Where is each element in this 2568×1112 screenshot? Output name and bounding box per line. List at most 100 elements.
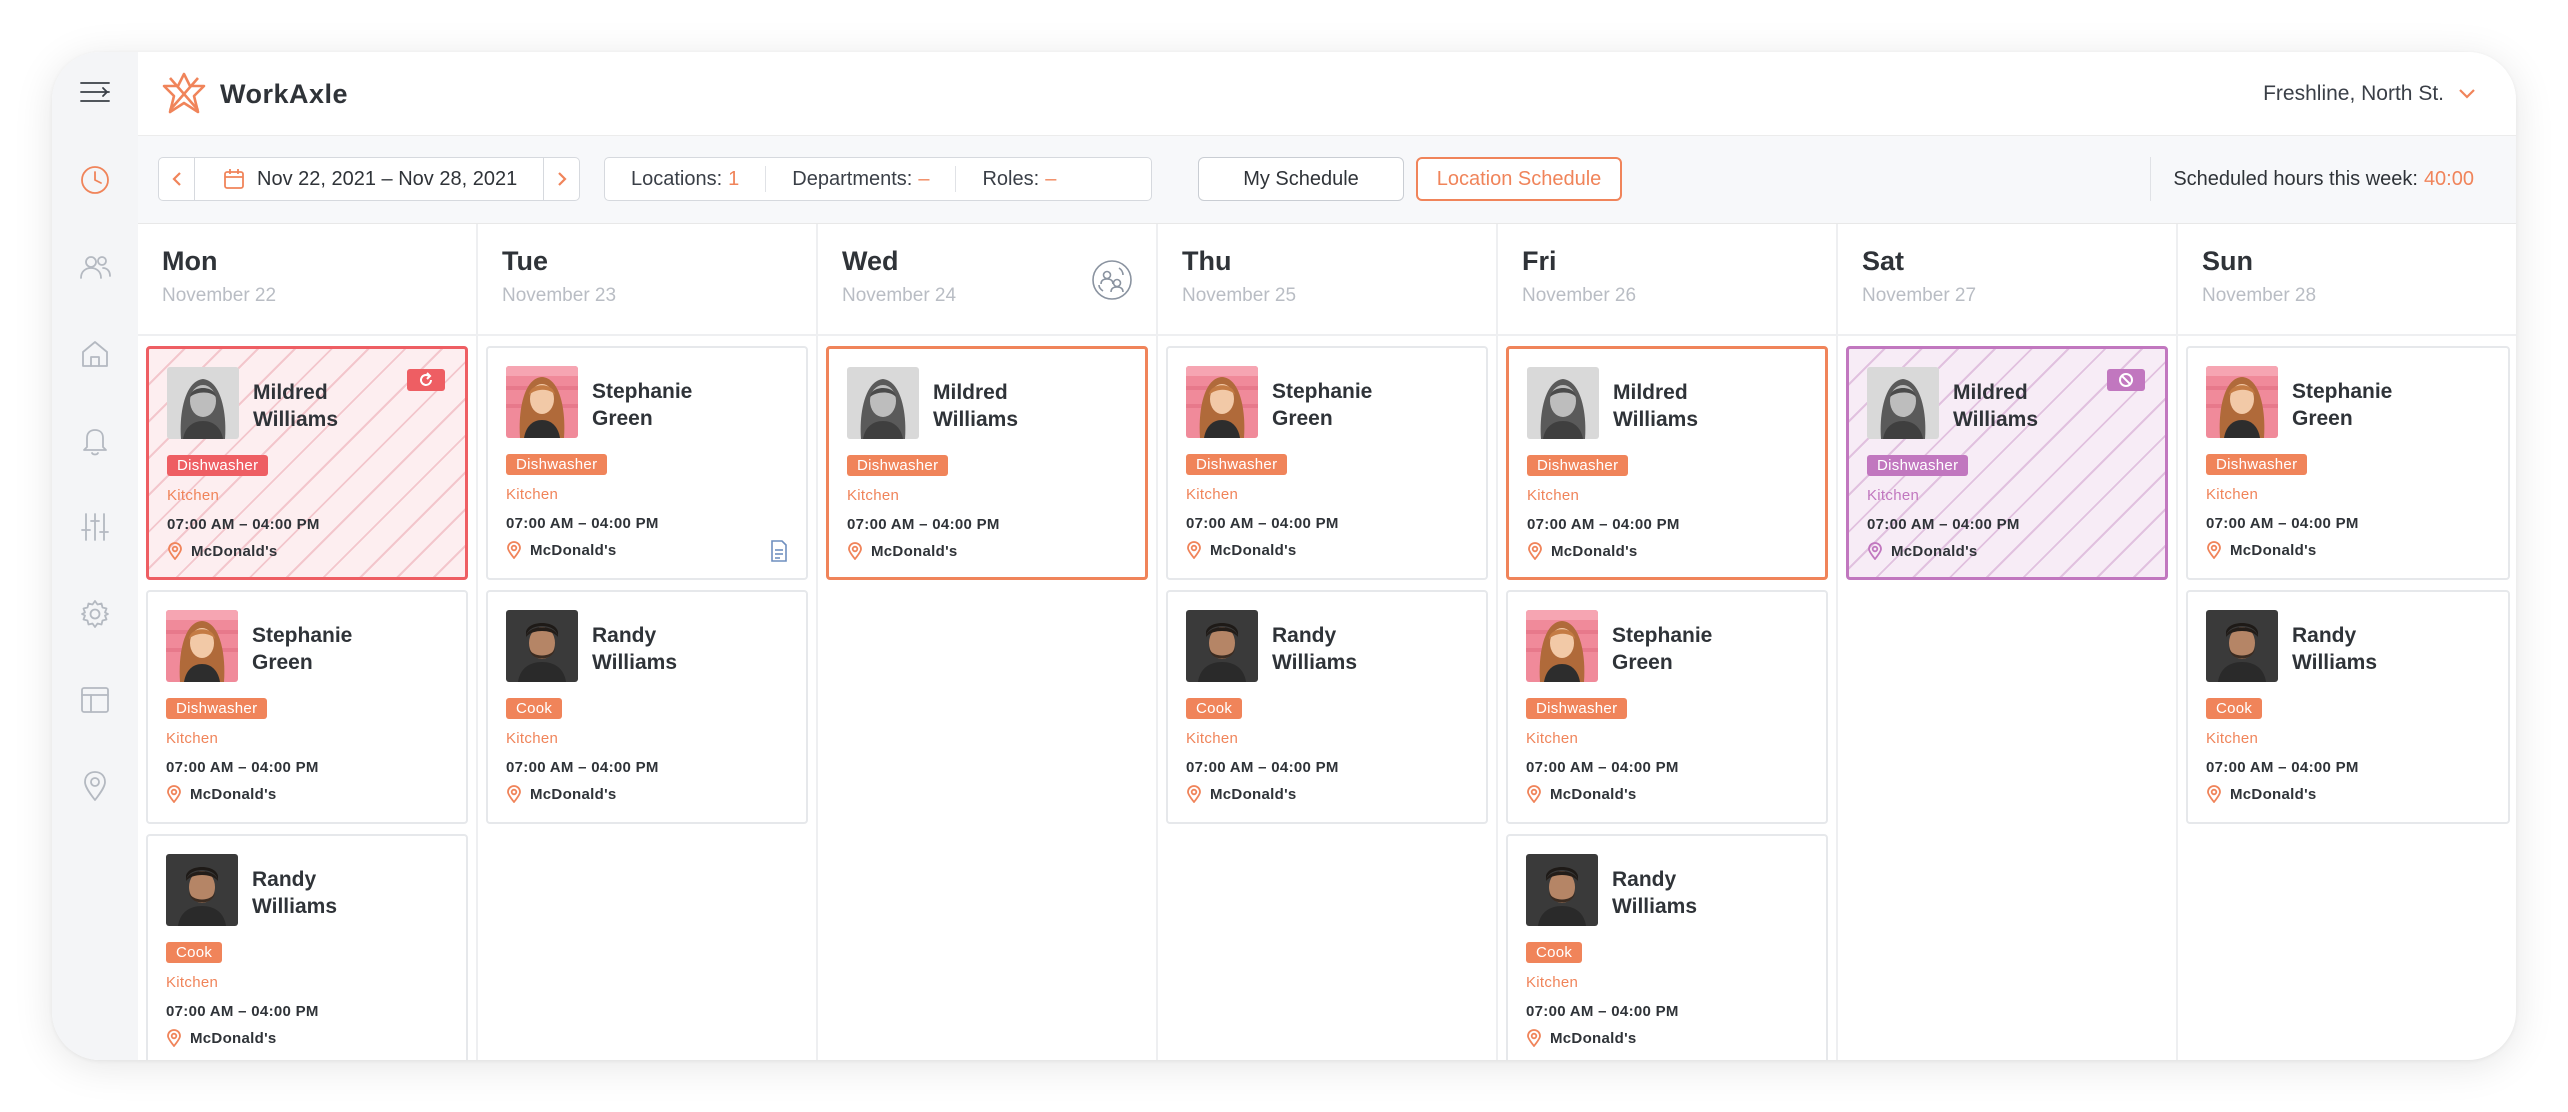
location-schedule-button[interactable]: Location Schedule <box>1416 157 1622 201</box>
role-badge: Dishwasher <box>847 455 949 476</box>
day-column-sat: Sat November 27 Mildred Williams Dishwasher K… <box>1838 224 2178 1060</box>
role-badge: Dishwasher <box>1527 455 1629 476</box>
company-selector[interactable]: Freshline, North St. <box>2263 82 2476 106</box>
shift-location: McDonald's <box>506 541 617 559</box>
avatar <box>2206 610 2278 682</box>
employee-first-name: Randy <box>2292 624 2357 647</box>
department-label: Kitchen <box>1186 486 1239 503</box>
location-pin-icon <box>848 542 862 560</box>
shift-location: McDonald's <box>167 542 278 560</box>
shift-card[interactable]: Mildred Williams Dishwasher Kitchen 07:00 AM… <box>1846 346 2168 580</box>
calendar-icon <box>224 169 244 189</box>
avatar <box>1186 366 1258 438</box>
shift-card[interactable]: Randy Williams Cook Kitchen 07:00 AM – 04:00… <box>146 834 468 1060</box>
chevron-right-icon <box>557 172 567 186</box>
scheduled-hours: Scheduled hours this week: 40:00 <box>2150 157 2474 201</box>
note-icon[interactable] <box>770 540 788 562</box>
avatar <box>1527 367 1599 439</box>
role-badge: Cook <box>2206 698 2263 719</box>
filter-locations[interactable]: Locations: 1 <box>605 166 765 192</box>
shift-card[interactable]: Stephanie Green Dishwasher Kitchen 07:00 AM … <box>1506 590 1828 824</box>
location-name: McDonald's <box>190 785 277 803</box>
layout-icon[interactable] <box>77 682 113 718</box>
employee-last-name: Williams <box>253 408 339 431</box>
users-icon[interactable] <box>77 249 113 285</box>
shift-card[interactable]: Mildred Williams Dishwasher Kitchen 07:00 AM… <box>826 346 1148 580</box>
day-header: Tue November 23 <box>478 224 816 336</box>
location-pin-icon <box>507 541 521 559</box>
location-name: McDonald's <box>191 542 278 560</box>
employee-last-name: Williams <box>1953 408 2039 431</box>
role-badge: Dishwasher <box>1186 454 1288 475</box>
scheduled-hours-label: Scheduled hours this week: <box>2173 167 2418 190</box>
shift-location: McDonald's <box>1527 542 1638 560</box>
home-icon[interactable] <box>77 336 113 372</box>
gear-icon[interactable] <box>77 596 113 632</box>
repeat-icon[interactable] <box>407 369 445 391</box>
shift-list: Stephanie Green Dishwasher Kitchen 07:00 AM … <box>478 336 816 824</box>
menu-icon[interactable] <box>77 74 113 110</box>
top-bar: WorkAxle Freshline, North St. <box>138 52 2516 136</box>
day-date: November 28 <box>2202 285 2317 306</box>
employee-name: Randy Williams <box>592 622 762 676</box>
employee-last-name: Williams <box>933 408 1019 431</box>
location-name: McDonald's <box>1550 785 1637 803</box>
location-name: McDonald's <box>2230 541 2317 559</box>
location-pin-icon[interactable] <box>77 768 113 804</box>
day-date: November 26 <box>1522 285 1637 306</box>
shift-card[interactable]: Stephanie Green Dishwasher Kitchen 07:00 AM … <box>1166 346 1488 580</box>
shift-card[interactable]: Stephanie Green Dishwasher Kitchen 07:00 AM … <box>486 346 808 580</box>
shift-card[interactable]: Mildred Williams Dishwasher Kitchen 07:00 AM… <box>1506 346 1828 580</box>
shift-list: Mildred Williams Dishwasher Kitchen 07:00 AM… <box>1498 336 1836 1060</box>
shift-card[interactable]: Randy Williams Cook Kitchen 07:00 AM – 04:00… <box>486 590 808 824</box>
location-name: McDonald's <box>2230 785 2317 803</box>
department-label: Kitchen <box>166 730 219 747</box>
employee-name: Mildred Williams <box>1613 379 1783 433</box>
shift-list: Mildred Williams Dishwasher Kitchen 07:00 AM… <box>1838 336 2176 580</box>
avatar <box>2206 366 2278 438</box>
department-label: Kitchen <box>1526 730 1579 747</box>
shift-time: 07:00 AM – 04:00 PM <box>1867 516 2020 533</box>
employee-name: Stephanie Green <box>252 622 422 676</box>
filter-departments[interactable]: Departments: – <box>765 166 955 192</box>
logo[interactable]: WorkAxle <box>160 70 348 118</box>
block-icon[interactable] <box>2107 369 2145 391</box>
role-badge: Dishwasher <box>2206 454 2308 475</box>
date-range-field[interactable]: Nov 22, 2021 – Nov 28, 2021 <box>195 158 543 200</box>
clock-icon[interactable] <box>77 162 113 198</box>
day-header: Fri November 26 <box>1498 224 1836 336</box>
shift-card[interactable]: Randy Williams Cook Kitchen 07:00 AM – 04:00… <box>2186 590 2510 824</box>
sliders-icon[interactable] <box>77 509 113 545</box>
prev-week-button[interactable] <box>159 158 195 200</box>
my-schedule-button[interactable]: My Schedule <box>1198 157 1404 201</box>
shift-card[interactable]: Stephanie Green Dishwasher Kitchen 07:00 AM … <box>2186 346 2510 580</box>
filter-value: 1 <box>728 167 740 190</box>
shift-card[interactable]: Stephanie Green Dishwasher Kitchen 07:00 AM … <box>146 590 468 824</box>
day-name: Sun <box>2202 246 2253 276</box>
role-badge: Cook <box>166 942 223 963</box>
scheduled-hours-value: 40:00 <box>2423 167 2474 190</box>
filter-roles[interactable]: Roles: – <box>955 166 1082 192</box>
company-name: Freshline, North St. <box>2263 82 2444 105</box>
shift-card[interactable]: Randy Williams Cook Kitchen 07:00 AM – 04:00… <box>1166 590 1488 824</box>
avatar <box>1867 367 1939 439</box>
location-name: McDonald's <box>1550 1029 1637 1047</box>
day-header: Sat November 27 <box>1838 224 2176 336</box>
swap-users-icon[interactable] <box>1090 258 1134 302</box>
employee-name: Stephanie Green <box>592 378 762 432</box>
day-column-thu: Thu November 25 Stephanie Green Dishwasher Ki… <box>1158 224 1498 1060</box>
app-window: WorkAxle Freshline, North St. Nov 22, 20… <box>52 52 2516 1060</box>
avatar <box>506 366 578 438</box>
shift-location: McDonald's <box>1186 541 1297 559</box>
employee-name: Mildred Williams <box>1953 379 2123 433</box>
avatar <box>167 367 239 439</box>
bell-icon[interactable] <box>77 422 113 458</box>
shift-card[interactable]: Mildred Williams Dishwasher Kitchen 07:00 AM… <box>146 346 468 580</box>
employee-name: Stephanie Green <box>1612 622 1782 676</box>
role-badge: Cook <box>506 698 563 719</box>
shift-location: McDonald's <box>1867 542 1978 560</box>
shift-location: McDonald's <box>1526 785 1637 803</box>
next-week-button[interactable] <box>543 158 579 200</box>
day-date: November 22 <box>162 285 277 306</box>
shift-card[interactable]: Randy Williams Cook Kitchen 07:00 AM – 04:00… <box>1506 834 1828 1060</box>
